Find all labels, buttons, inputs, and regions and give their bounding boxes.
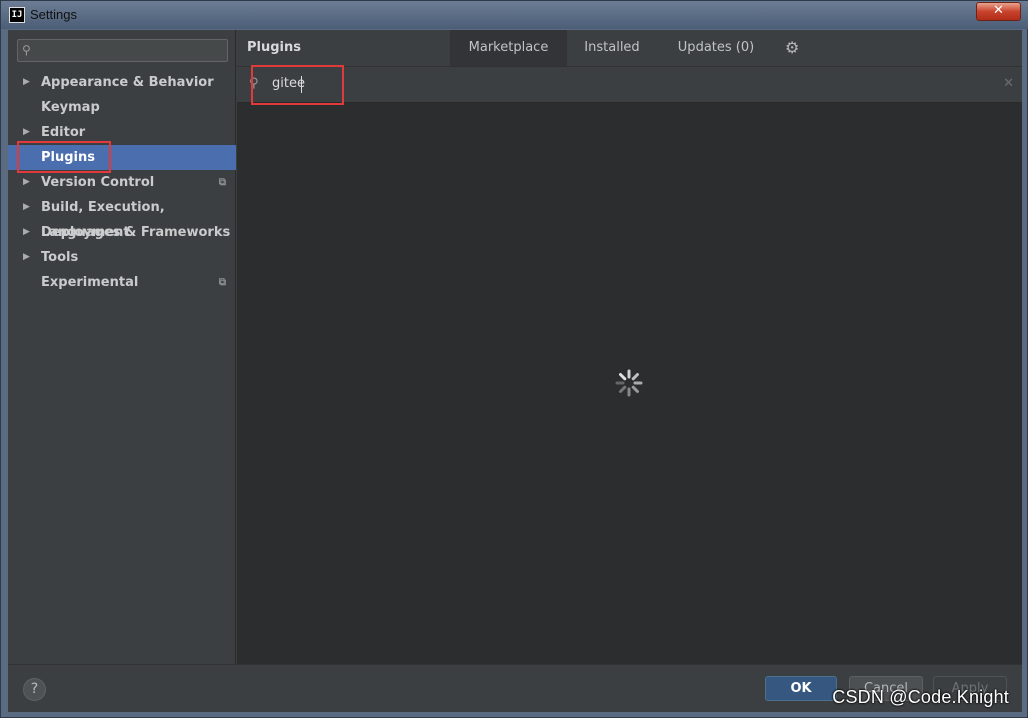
sidebar-item-languages-frameworks[interactable]: ▶ Languages & Frameworks: [8, 220, 236, 245]
help-button[interactable]: ?: [23, 678, 46, 701]
gear-icon[interactable]: ⚙: [785, 38, 799, 57]
sidebar-item-label: Tools: [41, 250, 79, 265]
settings-window: IJ Settings ✕ ⚲ ▶ Appearance & Behavior …: [0, 0, 1028, 718]
settings-nav-tree: ▶ Appearance & Behavior Keymap ▶ Editor …: [8, 70, 236, 295]
settings-search-input[interactable]: ⚲: [17, 39, 228, 62]
dialog-content: ⚲ ▶ Appearance & Behavior Keymap ▶ Edito…: [8, 30, 1022, 712]
clear-search-icon[interactable]: ✕: [1003, 76, 1014, 91]
sidebar-item-label: Languages & Frameworks: [41, 225, 231, 240]
expand-arrow-icon[interactable]: ▶: [23, 70, 30, 95]
sidebar-item-keymap[interactable]: Keymap: [8, 95, 236, 120]
tab-installed[interactable]: Installed: [576, 30, 648, 66]
tab-updates[interactable]: Updates (0): [675, 30, 757, 66]
settings-sidebar: ⚲ ▶ Appearance & Behavior Keymap ▶ Edito…: [8, 30, 236, 664]
expand-arrow-icon[interactable]: ▶: [23, 220, 30, 245]
window-title: Settings: [30, 7, 77, 22]
expand-arrow-icon[interactable]: ▶: [23, 195, 30, 220]
search-icon: ⚲: [22, 43, 31, 57]
sidebar-item-label: Experimental: [41, 275, 139, 290]
sidebar-item-label: Appearance & Behavior: [41, 75, 214, 90]
plugins-header: Plugins Marketplace Installed Updates (0…: [237, 30, 1022, 67]
sidebar-item-label: Editor: [41, 125, 86, 140]
plugin-search-bar: ⚲ gitee ✕: [237, 67, 1022, 103]
ok-button[interactable]: OK: [765, 676, 837, 701]
expand-arrow-icon[interactable]: ▶: [23, 245, 30, 270]
watermark-text: CSDN @Code.Knight: [832, 687, 1009, 707]
close-window-button[interactable]: ✕: [976, 2, 1021, 21]
project-settings-icon: ⧉: [218, 177, 226, 188]
sidebar-item-tools[interactable]: ▶ Tools: [8, 245, 236, 270]
title-bar: IJ Settings ✕: [1, 1, 1028, 29]
plugins-panel: Plugins Marketplace Installed Updates (0…: [237, 30, 1022, 664]
page-title: Plugins: [247, 40, 301, 55]
sidebar-item-appearance-behavior[interactable]: ▶ Appearance & Behavior: [8, 70, 236, 95]
sidebar-item-label: Version Control: [41, 175, 155, 190]
expand-arrow-icon[interactable]: ▶: [23, 170, 30, 195]
loading-spinner-icon: [615, 369, 643, 397]
project-settings-icon: ⧉: [218, 277, 226, 288]
sidebar-item-version-control[interactable]: ▶ Version Control ⧉: [8, 170, 236, 195]
sidebar-item-label: Keymap: [41, 100, 100, 115]
sidebar-item-experimental[interactable]: Experimental ⧉: [8, 270, 236, 295]
plugins-highlight-box: [17, 141, 111, 173]
tab-marketplace[interactable]: Marketplace: [450, 30, 567, 66]
intellij-app-icon: IJ: [9, 7, 25, 23]
search-highlight-box: [251, 65, 344, 105]
sidebar-item-build-execution-deployment[interactable]: ▶ Build, Execution, Deployment: [8, 195, 236, 240]
